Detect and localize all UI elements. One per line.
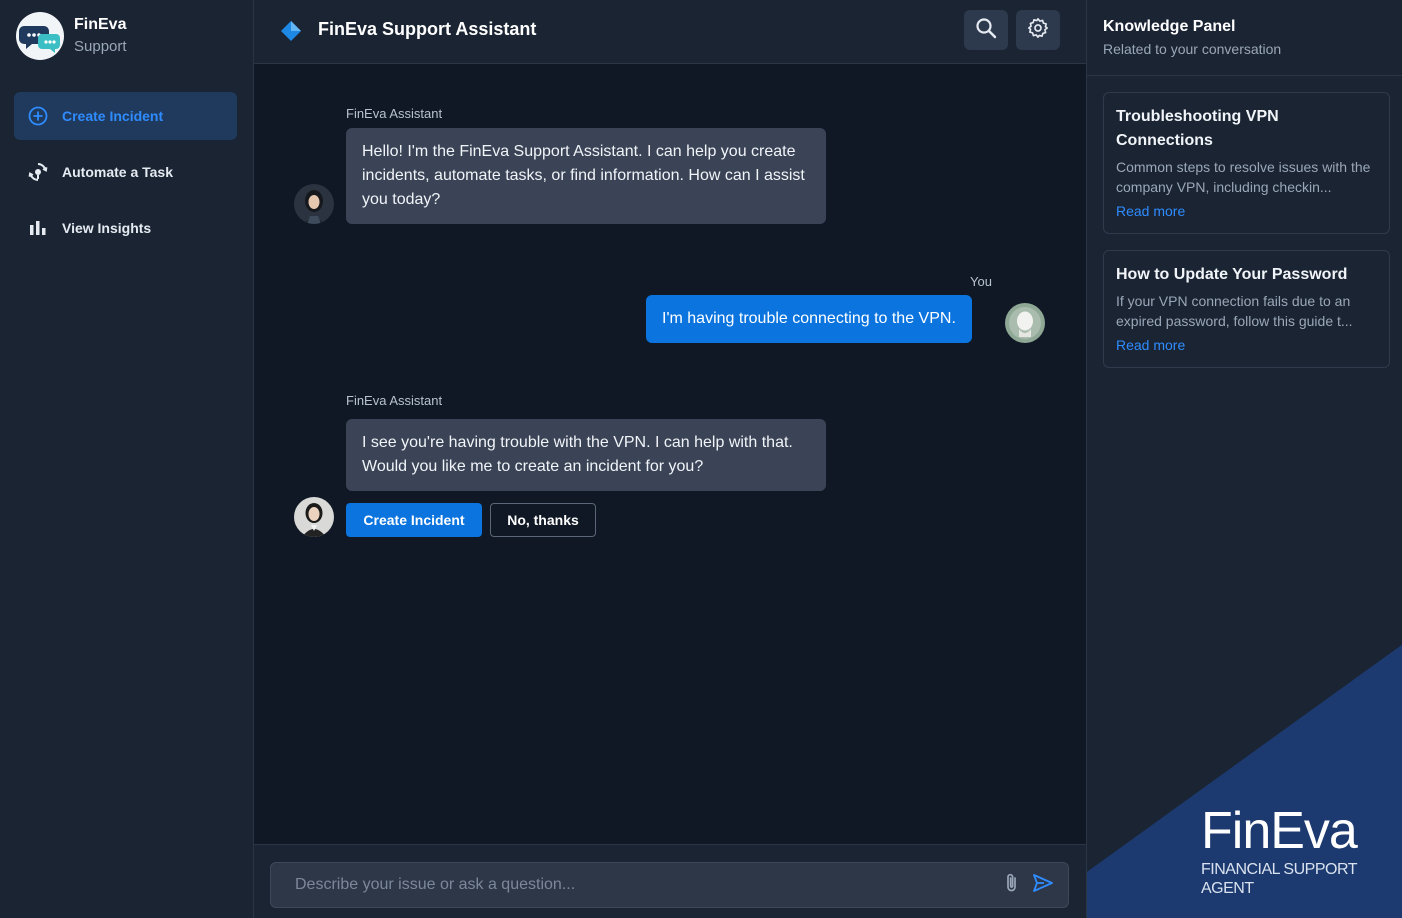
chat-header: FinEva Support Assistant: [254, 0, 1086, 64]
no-thanks-button[interactable]: No, thanks: [490, 503, 596, 537]
sidebar-item-automate-task[interactable]: Automate a Task: [14, 148, 237, 196]
composer: [254, 844, 1086, 918]
automation-icon: [28, 162, 48, 182]
brand-logo-icon: [16, 12, 64, 60]
message-sender: FinEva Assistant: [346, 393, 443, 408]
settings-button[interactable]: [1016, 10, 1060, 50]
send-icon: [1032, 873, 1054, 898]
knowledge-panel: Knowledge Panel Related to your conversa…: [1086, 0, 1402, 918]
read-more-link[interactable]: Read more: [1116, 201, 1377, 221]
bar-chart-icon: [28, 218, 48, 238]
sidebar: FinEva Support Create Incident Automate …: [0, 0, 254, 918]
sidebar-item-label: Automate a Task: [62, 164, 173, 180]
brand-subtitle: Support: [74, 38, 127, 55]
attach-button[interactable]: [1000, 873, 1024, 897]
watermark-line-2: AGENT: [1201, 880, 1254, 897]
sidebar-item-view-insights[interactable]: View Insights: [14, 204, 237, 252]
search-icon: [975, 17, 997, 44]
user-avatar: [1005, 303, 1045, 343]
search-button[interactable]: [964, 10, 1008, 50]
message-sender: FinEva Assistant: [346, 106, 443, 121]
send-button[interactable]: [1031, 873, 1055, 897]
knowledge-card[interactable]: How to Update Your Password If your VPN …: [1103, 250, 1390, 368]
plus-circle-icon: [28, 106, 48, 126]
create-incident-button[interactable]: Create Incident: [346, 503, 482, 537]
sidebar-item-create-incident[interactable]: Create Incident: [14, 92, 237, 140]
knowledge-card[interactable]: Troubleshooting VPN Connections Common s…: [1103, 92, 1390, 234]
assistant-avatar: [294, 184, 334, 224]
fineva-watermark: FinEva FINANCIAL SUPPORT AGENT: [1201, 802, 1358, 898]
message-sender: You: [970, 274, 992, 289]
knowledge-card-title: Troubleshooting VPN Connections: [1116, 108, 1279, 149]
message-input-wrapper: [270, 862, 1069, 908]
watermark-line-1: FINANCIAL SUPPORT: [1201, 861, 1357, 878]
user-message: I'm having trouble connecting to the VPN…: [646, 295, 972, 343]
brand[interactable]: FinEva Support: [16, 12, 127, 60]
diamond-logo-icon: [280, 20, 302, 42]
sidebar-item-label: Create Incident: [62, 108, 164, 124]
assistant-message: Hello! I'm the FinEva Support Assistant.…: [346, 128, 826, 224]
read-more-link[interactable]: Read more: [1116, 335, 1377, 355]
page-title: FinEva Support Assistant: [318, 19, 537, 39]
assistant-avatar: [294, 497, 334, 537]
assistant-message: I see you're having trouble with the VPN…: [346, 419, 826, 491]
gear-icon: [1027, 17, 1049, 44]
brand-name: FinEva: [74, 16, 127, 33]
knowledge-card-title: How to Update Your Password: [1116, 266, 1348, 283]
knowledge-card-description: If your VPN connection fails due to an e…: [1116, 293, 1353, 329]
message-input[interactable]: [271, 863, 991, 907]
sidebar-nav: Create Incident Automate a Task View Ins…: [14, 92, 237, 260]
watermark-brand: FinEva: [1201, 802, 1358, 860]
sidebar-item-label: View Insights: [62, 220, 152, 236]
paperclip-icon: [1003, 872, 1021, 899]
knowledge-card-description: Common steps to resolve issues with the …: [1116, 159, 1371, 195]
chat-main: FinEva Support Assistant FinEva Assistan…: [254, 0, 1086, 918]
